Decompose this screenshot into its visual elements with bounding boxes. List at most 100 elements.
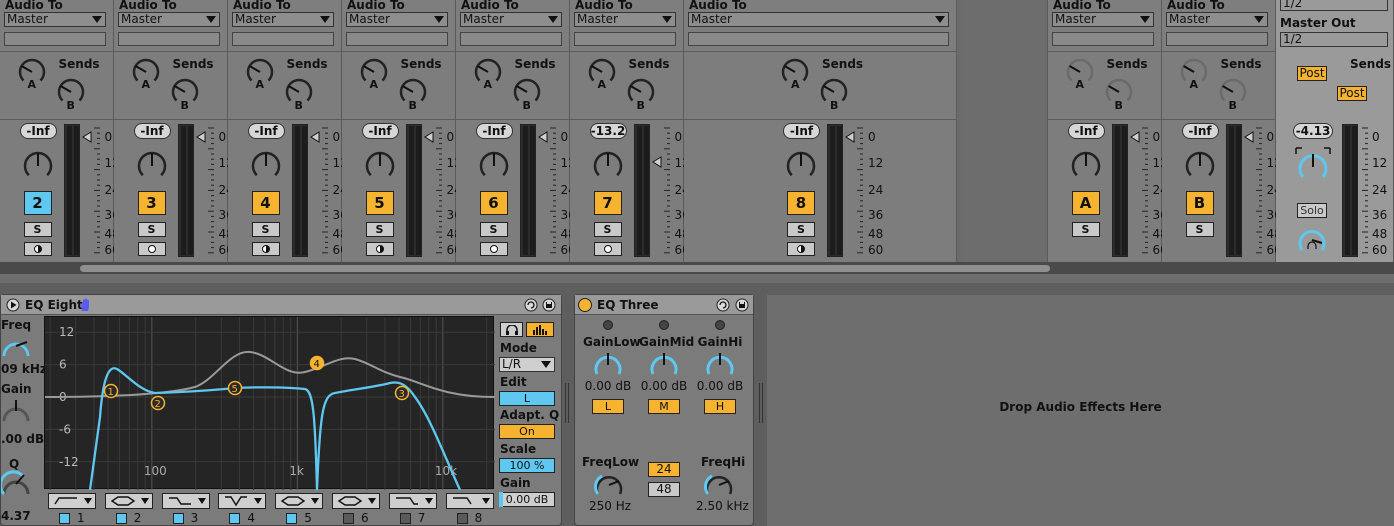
fader-triangle-icon[interactable] bbox=[1129, 131, 1140, 143]
eq8-filter-type-select[interactable] bbox=[48, 493, 96, 509]
output-routing-select[interactable]: Master bbox=[346, 12, 448, 27]
eq8-q-knob[interactable] bbox=[1, 470, 33, 500]
device-divider[interactable] bbox=[756, 383, 766, 423]
pan-knob[interactable] bbox=[1070, 150, 1102, 182]
cue-volume-knob[interactable] bbox=[1295, 222, 1329, 256]
eq8-band-handle[interactable]: 2 bbox=[150, 395, 166, 411]
output-routing-select[interactable]: Master bbox=[1166, 12, 1268, 27]
eq8-band-handle[interactable]: 1 bbox=[103, 383, 119, 399]
eq8-adaptq-toggle[interactable]: On bbox=[499, 424, 555, 439]
output-routing-select[interactable]: Master bbox=[460, 12, 562, 27]
eq-curve-graph[interactable]: 1260-6-12100 1k 10k12543 bbox=[44, 317, 496, 491]
fader-triangle-icon[interactable] bbox=[309, 131, 320, 143]
device-divider[interactable] bbox=[562, 383, 572, 423]
pan-knob[interactable] bbox=[785, 150, 817, 182]
eq-eight-title-bar[interactable]: EQ Eight bbox=[1, 295, 561, 315]
track-activator-button[interactable]: 2 bbox=[23, 191, 52, 215]
fader-triangle-icon[interactable] bbox=[651, 156, 662, 168]
pan-knob[interactable] bbox=[364, 150, 396, 182]
eq-three-title-bar[interactable]: EQ Three bbox=[575, 295, 753, 315]
eq8-edit-button[interactable]: L bbox=[499, 391, 555, 406]
pan-knob[interactable] bbox=[1184, 150, 1216, 182]
master-output-select[interactable]: 1/2 bbox=[1280, 32, 1388, 47]
track-activator-button[interactable]: A bbox=[1071, 191, 1100, 215]
eq8-band-handle[interactable]: 3 bbox=[394, 385, 410, 401]
eq8-mode-select[interactable]: L/R bbox=[499, 357, 555, 372]
fader-triangle-icon[interactable] bbox=[195, 131, 206, 143]
eq8-band-toggle[interactable] bbox=[229, 513, 241, 524]
eq8-filter-type-select[interactable] bbox=[218, 493, 267, 509]
eq8-headphone-button[interactable] bbox=[500, 322, 523, 337]
volume-display[interactable]: -Inf bbox=[19, 123, 57, 139]
solo-button[interactable]: S bbox=[593, 222, 622, 237]
pan-knob[interactable] bbox=[136, 150, 168, 182]
monitor-button[interactable] bbox=[365, 242, 394, 256]
device-activator-icon[interactable] bbox=[6, 298, 20, 312]
post-a-button[interactable]: Post bbox=[1297, 66, 1327, 81]
fader-triangle-icon[interactable] bbox=[537, 131, 548, 143]
output-routing-select[interactable]: Master bbox=[1052, 12, 1154, 27]
eq8-band-toggle[interactable] bbox=[456, 513, 468, 524]
post-b-button[interactable]: Post bbox=[1337, 86, 1367, 101]
master-solo-button[interactable]: Solo bbox=[1297, 203, 1327, 218]
eq8-filter-type-select[interactable] bbox=[388, 493, 437, 509]
fader-triangle-icon[interactable] bbox=[81, 131, 92, 143]
output-routing-select[interactable]: Master bbox=[688, 12, 949, 27]
output-channel-select[interactable] bbox=[574, 32, 676, 46]
solo-button[interactable]: S bbox=[365, 222, 394, 237]
eq3-freqhi-knob[interactable] bbox=[703, 469, 735, 499]
eq8-analyzer-button[interactable] bbox=[526, 322, 554, 337]
output-routing-select[interactable]: Master bbox=[118, 12, 220, 27]
eq3-band-on-button[interactable]: H bbox=[704, 399, 736, 414]
eq8-gain-knob[interactable] bbox=[1, 397, 33, 427]
eq8-freq-knob[interactable] bbox=[1, 332, 33, 362]
hot-swap-icon[interactable] bbox=[716, 298, 730, 312]
track-activator-button[interactable]: 8 bbox=[787, 191, 815, 215]
solo-button[interactable]: S bbox=[251, 222, 280, 237]
output-channel-select[interactable] bbox=[1166, 32, 1268, 46]
master-input-select[interactable]: 1/2 bbox=[1280, 0, 1388, 11]
pan-knob[interactable] bbox=[22, 150, 54, 182]
fader-triangle-icon[interactable] bbox=[845, 131, 855, 143]
eq3-gainmid-knob[interactable] bbox=[648, 349, 680, 379]
device-activator-icon[interactable] bbox=[578, 298, 592, 312]
eq8-band-toggle[interactable] bbox=[172, 513, 184, 524]
eq3-gainhi-knob[interactable] bbox=[704, 349, 736, 379]
master-pan-knob[interactable] bbox=[1294, 146, 1332, 184]
eq8-filter-type-select[interactable] bbox=[275, 493, 324, 509]
fader-triangle-icon[interactable] bbox=[1243, 131, 1254, 143]
volume-display[interactable]: -Inf bbox=[247, 123, 285, 139]
volume-display[interactable]: -Inf bbox=[361, 123, 399, 139]
solo-button[interactable]: S bbox=[1071, 222, 1100, 237]
volume-display[interactable]: -13.2 bbox=[589, 123, 627, 139]
monitor-button[interactable] bbox=[137, 242, 166, 256]
pan-knob[interactable] bbox=[592, 150, 624, 182]
output-channel-select[interactable] bbox=[460, 32, 562, 46]
monitor-button[interactable] bbox=[479, 242, 508, 256]
eq8-filter-type-select[interactable] bbox=[445, 493, 494, 509]
eq8-band-toggle[interactable] bbox=[59, 513, 70, 524]
pan-knob[interactable] bbox=[250, 150, 282, 182]
eq3-gainlow-knob[interactable] bbox=[592, 349, 624, 379]
eq8-band-toggle[interactable] bbox=[399, 513, 411, 524]
save-preset-icon[interactable] bbox=[735, 298, 749, 312]
output-routing-select[interactable]: Master bbox=[574, 12, 676, 27]
output-routing-select[interactable]: Master bbox=[232, 12, 334, 27]
track-activator-button[interactable]: B bbox=[1185, 191, 1214, 215]
fader-triangle-icon[interactable] bbox=[423, 131, 434, 143]
volume-display[interactable]: -Inf bbox=[475, 123, 513, 139]
hot-swap-icon[interactable] bbox=[524, 298, 538, 312]
output-channel-select[interactable] bbox=[688, 32, 949, 46]
solo-button[interactable]: S bbox=[23, 222, 52, 237]
output-channel-select[interactable] bbox=[346, 32, 448, 46]
save-preset-icon[interactable] bbox=[542, 298, 556, 312]
track-activator-button[interactable]: 5 bbox=[365, 191, 394, 215]
eq3-slope-24-button[interactable]: 24 bbox=[648, 462, 680, 477]
mixer-horizontal-scrollbar[interactable] bbox=[0, 262, 1394, 274]
monitor-button[interactable] bbox=[23, 242, 52, 256]
track-activator-button[interactable]: 3 bbox=[137, 191, 166, 215]
drop-effects-zone[interactable]: Drop Audio Effects Here bbox=[767, 295, 1394, 526]
output-routing-select[interactable]: Master bbox=[4, 12, 106, 27]
master-volume-display[interactable]: -4.13 bbox=[1293, 123, 1333, 139]
eq3-freqlow-knob[interactable] bbox=[593, 469, 625, 499]
